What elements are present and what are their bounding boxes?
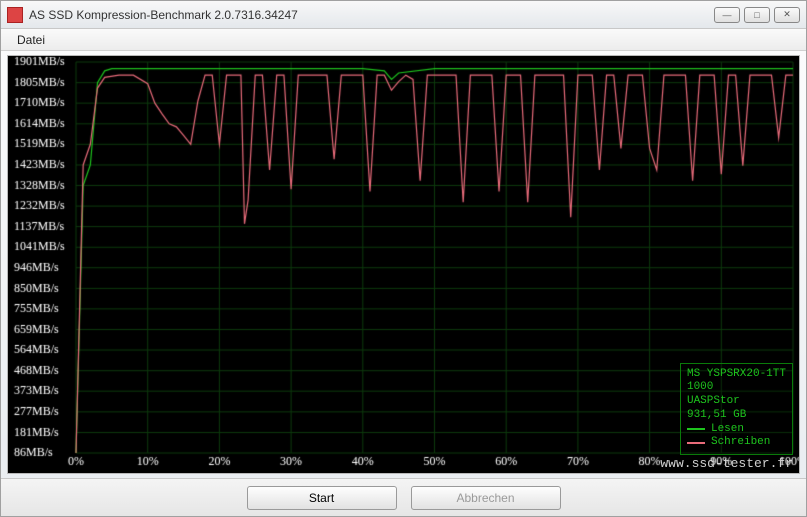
start-button[interactable]: Start xyxy=(247,486,397,510)
maximize-button[interactable]: □ xyxy=(744,7,770,23)
menu-datei[interactable]: Datei xyxy=(9,31,53,49)
chart-area: MS YSPSRX20-1TT 1000 UASPStor 931,51 GB … xyxy=(7,55,800,474)
window-title: AS SSD Kompression-Benchmark 2.0.7316.34… xyxy=(29,8,714,22)
app-window: AS SSD Kompression-Benchmark 2.0.7316.34… xyxy=(0,0,807,517)
legend-device-4: 931,51 GB xyxy=(687,409,786,423)
legend-device-1: MS YSPSRX20-1TT xyxy=(687,368,786,382)
legend-write-swatch xyxy=(687,442,705,444)
legend-read: Lesen xyxy=(687,423,786,437)
legend-device-3: UASPStor xyxy=(687,395,786,409)
close-button[interactable]: ✕ xyxy=(774,7,800,23)
legend-write: Schreiben xyxy=(687,436,786,450)
titlebar: AS SSD Kompression-Benchmark 2.0.7316.34… xyxy=(1,1,806,29)
abort-button[interactable]: Abbrechen xyxy=(411,486,561,510)
watermark: www.ssd-tester.fr xyxy=(660,456,793,471)
minimize-button[interactable]: — xyxy=(714,7,740,23)
legend-device-2: 1000 xyxy=(687,381,786,395)
window-controls: — □ ✕ xyxy=(714,7,800,23)
footer: Start Abbrechen xyxy=(1,478,806,516)
legend-write-label: Schreiben xyxy=(711,436,770,450)
legend-box: MS YSPSRX20-1TT 1000 UASPStor 931,51 GB … xyxy=(680,363,793,456)
legend-read-swatch xyxy=(687,428,705,430)
legend-read-label: Lesen xyxy=(711,423,744,437)
app-icon xyxy=(7,7,23,23)
menubar: Datei xyxy=(1,29,806,51)
